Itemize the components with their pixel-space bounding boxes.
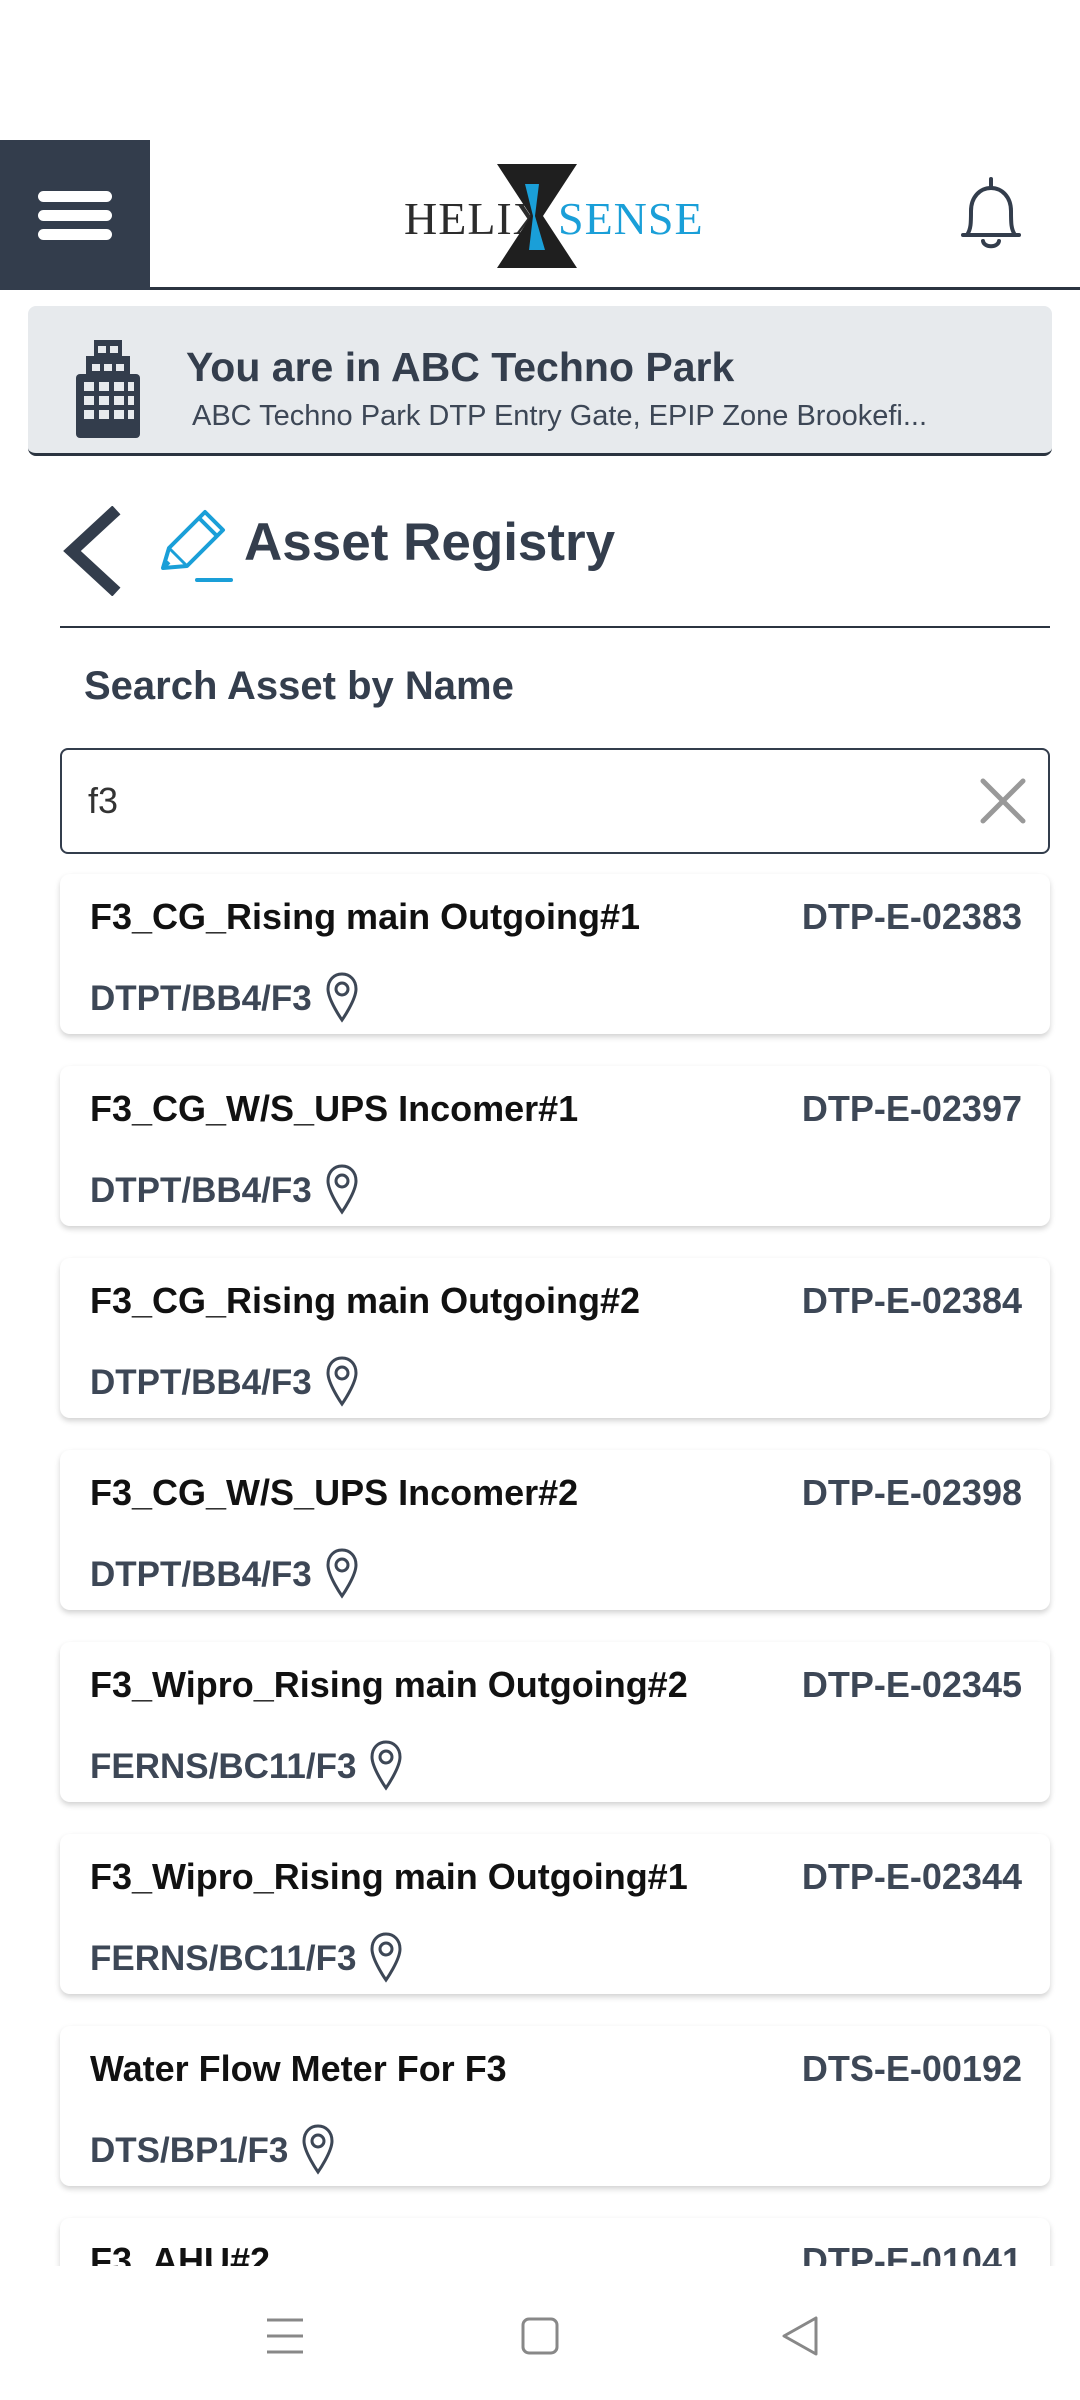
home-icon[interactable] [510, 2306, 570, 2366]
asset-list-item[interactable]: F3_Wipro_Rising main Outgoing#2 DTP-E-02… [60, 1642, 1050, 1802]
location-title: You are in ABC Techno Park [186, 344, 735, 390]
location-pin-icon [326, 1356, 358, 1407]
asset-location: DTPT/BB4/F3 [90, 972, 360, 1024]
building-icon [76, 340, 140, 438]
asset-location-text: DTS/BP1/F3 [90, 2131, 289, 2170]
asset-location: FERNS/BC11/F3 [90, 1740, 404, 1792]
asset-location-text: DTPT/BB4/F3 [90, 1555, 312, 1594]
back-arrow-icon[interactable] [60, 506, 130, 596]
asset-location: DTPT/BB4/F3 [90, 1356, 360, 1408]
search-input[interactable] [88, 768, 968, 834]
asset-list-item[interactable]: Water Flow Meter For F3 DTS-E-00192 DTS/… [60, 2026, 1050, 2186]
asset-list-item[interactable]: F3_CG_Rising main Outgoing#1 DTP-E-02383… [60, 874, 1050, 1034]
asset-name: F3_AHU#2 [90, 2240, 271, 2266]
asset-code: DTP-E-02398 [801, 1472, 1022, 1513]
asset-list-item[interactable]: F3_CG_Rising main Outgoing#2 DTP-E-02384… [60, 1258, 1050, 1418]
asset-name: F3_Wipro_Rising main Outgoing#1 [90, 1856, 688, 1897]
clear-search-icon[interactable] [978, 776, 1028, 826]
logo-text-right: SENSE [558, 193, 704, 244]
asset-name: F3_CG_W/S_UPS Incomer#1 [90, 1088, 579, 1129]
asset-name: Water Flow Meter For F3 [90, 2048, 507, 2089]
app-header: HELIX SENSE [0, 140, 1080, 290]
asset-location-text: DTPT/BB4/F3 [90, 1363, 312, 1402]
location-pin-icon [302, 2124, 334, 2175]
back-nav-icon[interactable] [770, 2306, 830, 2366]
asset-code: DTP-E-02344 [801, 1856, 1022, 1897]
asset-list-item[interactable]: F3_CG_W/S_UPS Incomer#2 DTP-E-02398 DTPT… [60, 1450, 1050, 1610]
status-bar [0, 0, 1080, 140]
asset-code: DTP-E-02345 [801, 1664, 1022, 1705]
location-pin-icon [370, 1740, 402, 1791]
asset-location: DTPT/BB4/F3 [90, 1548, 360, 1600]
asset-location: DTPT/BB4/F3 [90, 1164, 360, 1216]
current-location-card[interactable]: You are in ABC Techno Park ABC Techno Pa… [28, 306, 1052, 456]
asset-location-text: FERNS/BC11/F3 [90, 1939, 357, 1978]
asset-code: DTP-E-02384 [801, 1280, 1022, 1321]
edit-pencil-icon [161, 510, 233, 582]
location-pin-icon [326, 1548, 358, 1599]
asset-name: F3_CG_Rising main Outgoing#1 [90, 896, 641, 937]
location-pin-icon [370, 1932, 402, 1983]
asset-code: DTP-E-02397 [801, 1088, 1022, 1129]
asset-name: F3_CG_W/S_UPS Incomer#2 [90, 1472, 579, 1513]
page-title: Asset Registry [244, 513, 616, 572]
asset-location-text: FERNS/BC11/F3 [90, 1747, 357, 1786]
search-field[interactable] [60, 748, 1050, 854]
asset-location-text: DTPT/BB4/F3 [90, 979, 312, 1018]
asset-location: DTS/BP1/F3 [90, 2124, 336, 2176]
location-pin-icon [326, 972, 358, 1023]
asset-name: F3_Wipro_Rising main Outgoing#2 [90, 1664, 688, 1705]
recent-apps-icon[interactable] [255, 2306, 315, 2366]
app-logo: HELIX SENSE [400, 162, 703, 270]
asset-list-item[interactable]: F3_CG_W/S_UPS Incomer#1 DTP-E-02397 DTPT… [60, 1066, 1050, 1226]
hamburger-menu-icon [38, 183, 112, 248]
asset-location-text: DTPT/BB4/F3 [90, 1171, 312, 1210]
search-label: Search Asset by Name [84, 664, 514, 708]
bell-icon[interactable] [955, 177, 1027, 253]
asset-code: DTP-E-01041 [801, 2240, 1022, 2266]
asset-location: FERNS/BC11/F3 [90, 1932, 404, 1984]
asset-list-item[interactable]: F3_AHU#2 DTP-E-01041 [60, 2218, 1050, 2266]
asset-code: DTP-E-02383 [801, 896, 1022, 937]
asset-list[interactable]: F3_CG_Rising main Outgoing#1 DTP-E-02383… [0, 866, 1080, 2266]
menu-button[interactable] [0, 140, 150, 290]
location-address: ABC Techno Park DTP Entry Gate, EPIP Zon… [192, 400, 928, 432]
location-pin-icon [326, 1164, 358, 1215]
asset-name: F3_CG_Rising main Outgoing#2 [90, 1280, 641, 1321]
asset-list-item[interactable]: F3_Wipro_Rising main Outgoing#1 DTP-E-02… [60, 1834, 1050, 1994]
asset-code: DTS-E-00192 [801, 2048, 1022, 2089]
system-navigation-bar [0, 2266, 1080, 2400]
page-header: Asset Registry [60, 494, 1050, 628]
